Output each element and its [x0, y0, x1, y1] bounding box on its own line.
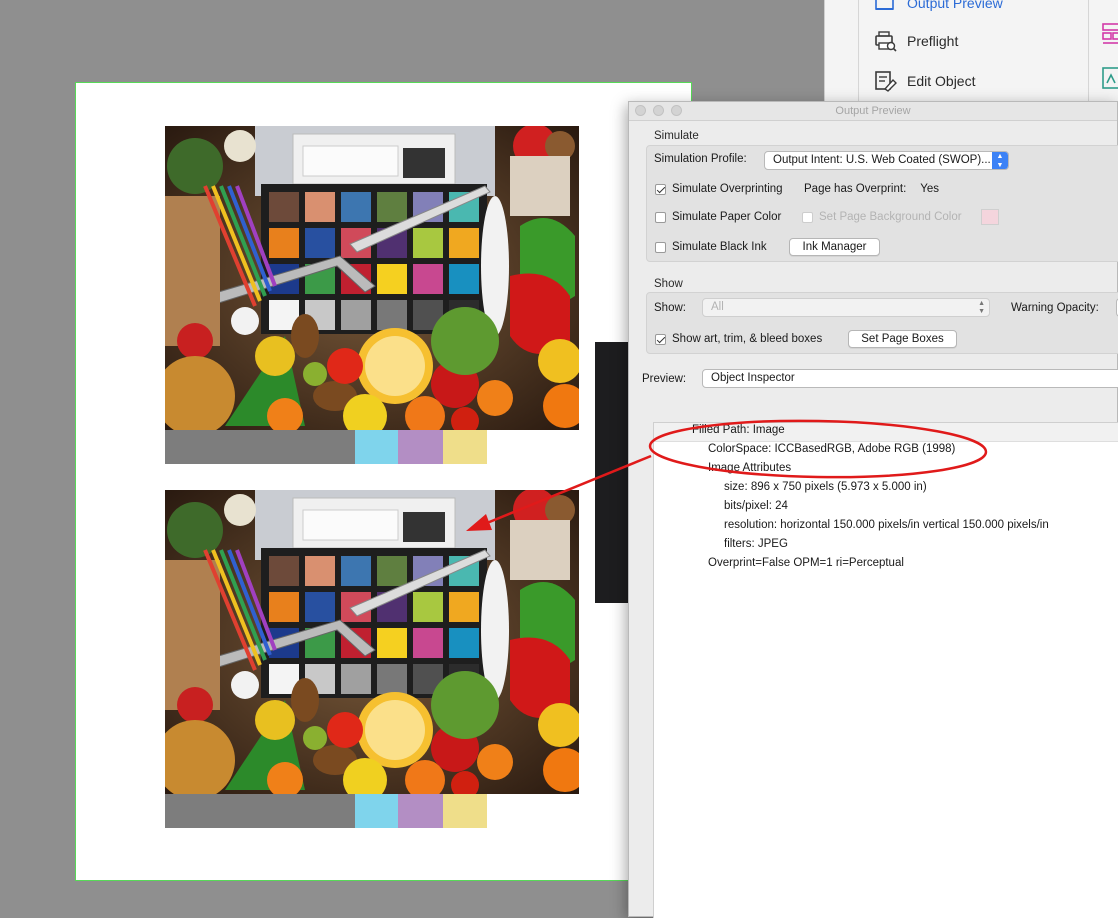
show-boxes-option[interactable]: Show art, trim, & bleed boxes	[655, 333, 822, 345]
preview-select[interactable]: Object Inspector	[702, 369, 1118, 388]
has-overprint-row: Page has Overprint: Yes	[804, 183, 939, 195]
simulation-profile-label: Simulation Profile:	[654, 153, 747, 165]
strip-gray	[165, 430, 355, 464]
inspector-line: ColorSpace: ICCBasedRGB, Adobe RGB (1998…	[708, 443, 956, 455]
zoom-window-button[interactable]	[671, 105, 682, 116]
overprinting-label: Simulate Overprinting	[672, 183, 783, 195]
panel-divider	[858, 0, 859, 102]
set-page-background-option: Set Page Background Color	[802, 211, 962, 223]
inspector-line: resolution: horizontal 150.000 pixels/in…	[724, 519, 1049, 531]
inspector-line: bits/pixel: 24	[724, 500, 788, 512]
color-checker-photo	[165, 490, 579, 794]
simulation-profile-value: Output Intent: U.S. Web Coated (SWOP)...	[773, 154, 991, 166]
has-overprint-value: Yes	[920, 183, 940, 195]
tool-label: Preflight	[907, 33, 959, 49]
inspector-line: Filled Path: Image	[692, 424, 785, 436]
inspector-line: Image Attributes	[708, 462, 792, 474]
show-value: All	[711, 301, 724, 313]
page-background-checkbox	[802, 211, 813, 223]
preview-value: Object Inspector	[711, 372, 795, 384]
strip-yellow	[443, 430, 487, 464]
simulate-section-label: Simulate	[654, 130, 699, 142]
color-strip	[165, 794, 579, 828]
object-inspector-panel: Filled Path: Image ColorSpace: ICCBasedR…	[653, 422, 1118, 918]
preview-label: Preview:	[642, 373, 687, 385]
output-preview-window: Output Preview Simulate Simulation Profi…	[628, 101, 1118, 918]
show-section-label: Show	[654, 278, 683, 290]
warning-opacity-row: Warning Opacity:	[1011, 302, 1099, 314]
simulation-profile-select[interactable]: Output Intent: U.S. Web Coated (SWOP)...…	[764, 151, 1009, 170]
chevron-updown-icon: ▲ ▼	[978, 300, 985, 315]
tool-label: Output Preview	[907, 0, 1003, 11]
page-background-label: Set Page Background Color	[819, 211, 962, 223]
show-select: All ▲ ▼	[702, 298, 990, 317]
tool-preflight[interactable]: Preflight	[873, 30, 958, 52]
simulate-overprinting-option[interactable]: Simulate Overprinting	[655, 183, 783, 195]
tool-output-preview[interactable]: Output Preview	[873, 0, 1003, 14]
show-row: Show:	[654, 302, 686, 314]
preview-row: Preview:	[642, 373, 686, 385]
image-object-top[interactable]	[165, 126, 579, 464]
strip-magenta	[398, 794, 443, 828]
paper-color-label: Simulate Paper Color	[672, 211, 782, 223]
window-title: Output Preview	[835, 105, 911, 117]
tools-panel: Output Preview Preflight Edit Object	[824, 0, 1118, 102]
show-label: Show:	[654, 302, 686, 314]
inspector-line: size: 896 x 750 pixels (5.973 x 5.000 in…	[724, 481, 927, 493]
tool-label: Edit Object	[907, 73, 976, 89]
color-checker-photo	[165, 126, 579, 430]
overprinting-checkbox[interactable]	[655, 183, 666, 195]
strip-cyan	[355, 794, 398, 828]
window-titlebar[interactable]: Output Preview	[629, 102, 1117, 121]
warning-opacity-label: Warning Opacity:	[1011, 302, 1099, 314]
page-background-swatch	[981, 209, 999, 225]
edit-object-icon	[873, 70, 897, 92]
simulate-black-ink-option[interactable]: Simulate Black Ink	[655, 241, 767, 253]
export-pdf-icon[interactable]	[1101, 66, 1118, 90]
chevron-updown-icon: ▲ ▼	[992, 152, 1008, 169]
organize-pages-icon[interactable]	[1101, 22, 1118, 46]
simulate-paper-color-option[interactable]: Simulate Paper Color	[655, 211, 781, 223]
strip-yellow	[443, 794, 487, 828]
inspector-line: filters: JPEG	[724, 538, 788, 550]
ink-manager-button[interactable]: Ink Manager	[789, 238, 880, 256]
show-boxes-checkbox[interactable]	[655, 333, 666, 345]
close-window-button[interactable]	[635, 105, 646, 116]
show-boxes-label: Show art, trim, & bleed boxes	[672, 333, 823, 345]
set-page-boxes-button[interactable]: Set Page Boxes	[848, 330, 957, 348]
tool-edit-object[interactable]: Edit Object	[873, 70, 975, 92]
color-strip	[165, 430, 579, 464]
black-ink-label: Simulate Black Ink	[672, 241, 767, 253]
output-preview-icon	[873, 0, 897, 14]
image-object-bottom[interactable]	[165, 490, 579, 828]
black-ink-checkbox[interactable]	[655, 241, 666, 253]
strip-cyan	[355, 430, 398, 464]
panel-divider	[1088, 0, 1089, 102]
paper-color-checkbox[interactable]	[655, 211, 666, 223]
has-overprint-label: Page has Overprint:	[804, 183, 907, 195]
preflight-icon	[873, 30, 897, 52]
minimize-window-button[interactable]	[653, 105, 664, 116]
inspector-line: Overprint=False OPM=1 ri=Perceptual	[708, 557, 904, 569]
strip-magenta	[398, 430, 443, 464]
strip-gray	[165, 794, 355, 828]
simulation-profile-row: Simulation Profile:	[654, 153, 747, 165]
